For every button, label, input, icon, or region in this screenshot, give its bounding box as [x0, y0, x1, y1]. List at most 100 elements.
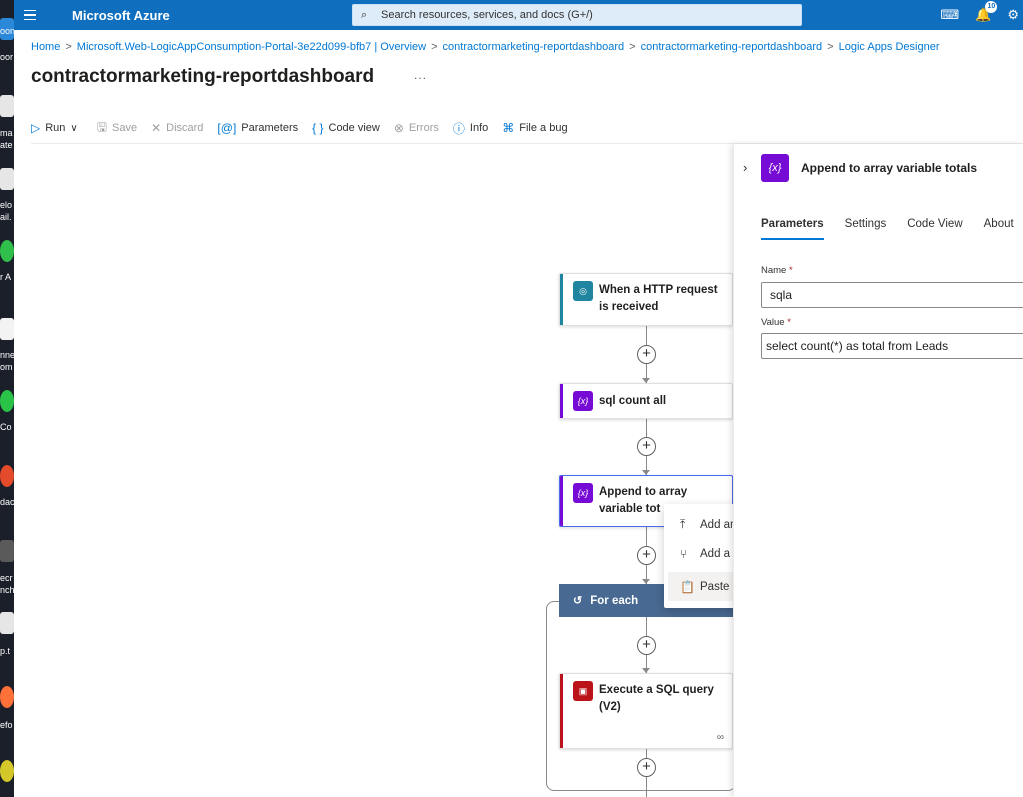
breadcrumb-designer[interactable]: Logic Apps Designer	[839, 41, 940, 53]
desktop-app-icon[interactable]	[0, 240, 14, 262]
sql-server-icon: ▣	[573, 681, 593, 701]
required-mark: *	[788, 265, 793, 276]
search-placeholder: Search resources, services, and docs (G+…	[381, 9, 593, 21]
desktop-app-icon[interactable]	[0, 390, 14, 412]
desktop-file-icon[interactable]	[0, 168, 14, 190]
loop-icon: ↺	[573, 595, 583, 607]
breadcrumb-overview[interactable]: Microsoft.Web-LogicAppConsumption-Portal…	[77, 41, 426, 53]
insert-step-button[interactable]: +	[637, 546, 656, 565]
label-text: Name	[761, 265, 787, 276]
variable-icon: {x}	[573, 391, 593, 411]
name-field[interactable]: sqla	[761, 282, 1023, 308]
designer-toolbar: ▷ Run ∨ 🖫 Save ✕ Discard [@] Parameters …	[31, 118, 582, 138]
desktop-file-icon[interactable]	[0, 612, 14, 634]
errors-button[interactable]: ⊗ Errors	[394, 121, 439, 135]
label-text: Value	[761, 317, 785, 328]
chevron-right-icon: >	[827, 41, 834, 53]
value-field[interactable]: select count(*) as total from Leads	[761, 333, 1023, 359]
desktop-label: elo	[0, 200, 13, 210]
save-button[interactable]: 🖫 Save	[97, 118, 137, 139]
panel-title: Append to array variable totals	[801, 161, 978, 175]
desktop-app-icon[interactable]	[0, 686, 14, 708]
name-field-label: Name *	[761, 265, 793, 276]
desktop-app-icon[interactable]	[0, 760, 14, 782]
chevron-right-icon: >	[65, 41, 72, 53]
desktop-label: ail.	[0, 212, 12, 222]
step-title: When a HTTP request is received	[599, 284, 718, 313]
card-accent	[560, 384, 563, 418]
code-view-label: Code view	[328, 122, 380, 134]
tab-parameters[interactable]: Parameters	[761, 218, 824, 240]
name-value: sqla	[770, 288, 793, 302]
branch-icon: ⑂	[680, 546, 688, 561]
save-icon: 🖫	[96, 119, 107, 134]
insert-step-button[interactable]: +	[637, 758, 656, 777]
run-button[interactable]: ▷ Run ∨	[31, 121, 83, 135]
run-label: Run	[45, 122, 66, 134]
code-view-button[interactable]: { } Code view	[312, 121, 380, 135]
desktop-label: oor	[0, 52, 14, 62]
card-accent	[560, 476, 563, 526]
required-mark: *	[787, 317, 791, 328]
azure-brand[interactable]: Microsoft Azure	[72, 8, 170, 23]
step-title: sql count all	[599, 395, 667, 407]
clipboard-icon: 📋	[680, 579, 695, 594]
tab-about[interactable]: About	[984, 218, 1014, 240]
value-value: select count(*) as total from Leads	[766, 339, 949, 353]
insert-step-button[interactable]: +	[637, 345, 656, 364]
desktop-file-icon[interactable]	[0, 95, 14, 117]
desktop-app-icon[interactable]	[0, 318, 14, 340]
cloud-shell-icon[interactable]: ⌨	[940, 7, 959, 23]
azure-top-bar: Microsoft Azure ⌕ Search resources, serv…	[14, 0, 1023, 30]
braces-icon: { }	[312, 121, 324, 135]
desktop-app-icon[interactable]	[0, 540, 14, 562]
collapse-panel-chevron-icon[interactable]: ›	[743, 160, 747, 175]
connection-link-icon[interactable]: ∞	[717, 732, 724, 743]
top-icons: ⌨ 🔔 10 ⚙	[940, 0, 1023, 30]
chevron-down-icon: ∨	[70, 122, 78, 134]
errors-label: Errors	[408, 122, 439, 134]
parameters-label: Parameters	[241, 122, 299, 134]
step-title: Execute a SQL query (V2)	[599, 684, 714, 713]
breadcrumb-logic-app[interactable]: contractormarketing-reportdashboard	[443, 41, 625, 53]
tab-code-view[interactable]: Code View	[907, 218, 962, 240]
info-label: Info	[469, 122, 489, 134]
step-sql-count-all[interactable]: {x} sql count all	[559, 383, 733, 419]
desktop-strip: oon oor ma ate elo ail. r A nne om Co da…	[0, 0, 14, 797]
foreach-title: For each	[590, 594, 639, 607]
step-http-trigger[interactable]: ◎ When a HTTP request is received	[559, 273, 733, 326]
info-icon: ⓘ	[452, 121, 465, 136]
parameters-button[interactable]: [@] Parameters	[217, 121, 298, 135]
add-action-icon: ⤒	[680, 517, 686, 531]
notification-badge: 10	[985, 1, 998, 13]
breadcrumb-logic-app-2[interactable]: contractormarketing-reportdashboard	[641, 41, 823, 53]
desktop-label: nne	[0, 350, 14, 360]
step-execute-sql[interactable]: ▣ Execute a SQL query (V2) ∞	[559, 673, 733, 749]
hamburger-menu-icon[interactable]	[24, 0, 46, 30]
tab-settings[interactable]: Settings	[845, 218, 887, 240]
variable-icon: {x}	[573, 483, 593, 503]
search-input[interactable]: ⌕ Search resources, services, and docs (…	[352, 4, 802, 26]
desktop-label: r A	[0, 272, 12, 282]
more-options-icon[interactable]: ...	[414, 68, 427, 82]
file-bug-button[interactable]: ⌘ File a bug	[502, 121, 567, 135]
panel-tabs: Parameters Settings Code View About	[761, 218, 1014, 240]
desktop-label: oon	[0, 26, 14, 36]
desktop-label: om	[0, 362, 13, 372]
insert-step-button[interactable]: +	[637, 636, 656, 655]
desktop-label: p.t	[0, 646, 11, 656]
discard-button[interactable]: ✕ Discard	[151, 121, 203, 135]
desktop-label: ma	[0, 128, 13, 138]
breadcrumb-home[interactable]: Home	[31, 41, 60, 53]
page-title: contractormarketing-reportdashboard	[31, 66, 375, 87]
desktop-label: ate	[0, 140, 13, 150]
notifications-icon[interactable]: 🔔 10	[975, 1, 998, 23]
search-icon: ⌕	[361, 8, 368, 21]
insert-step-button[interactable]: +	[637, 437, 656, 456]
info-button[interactable]: ⓘ Info	[453, 120, 488, 137]
desktop-app-icon[interactable]	[0, 465, 14, 487]
error-circle-icon: ⊗	[393, 121, 404, 135]
desktop-label: Co	[0, 422, 12, 432]
desktop-label: nch	[0, 585, 14, 595]
settings-gear-icon[interactable]: ⚙	[1007, 7, 1019, 23]
